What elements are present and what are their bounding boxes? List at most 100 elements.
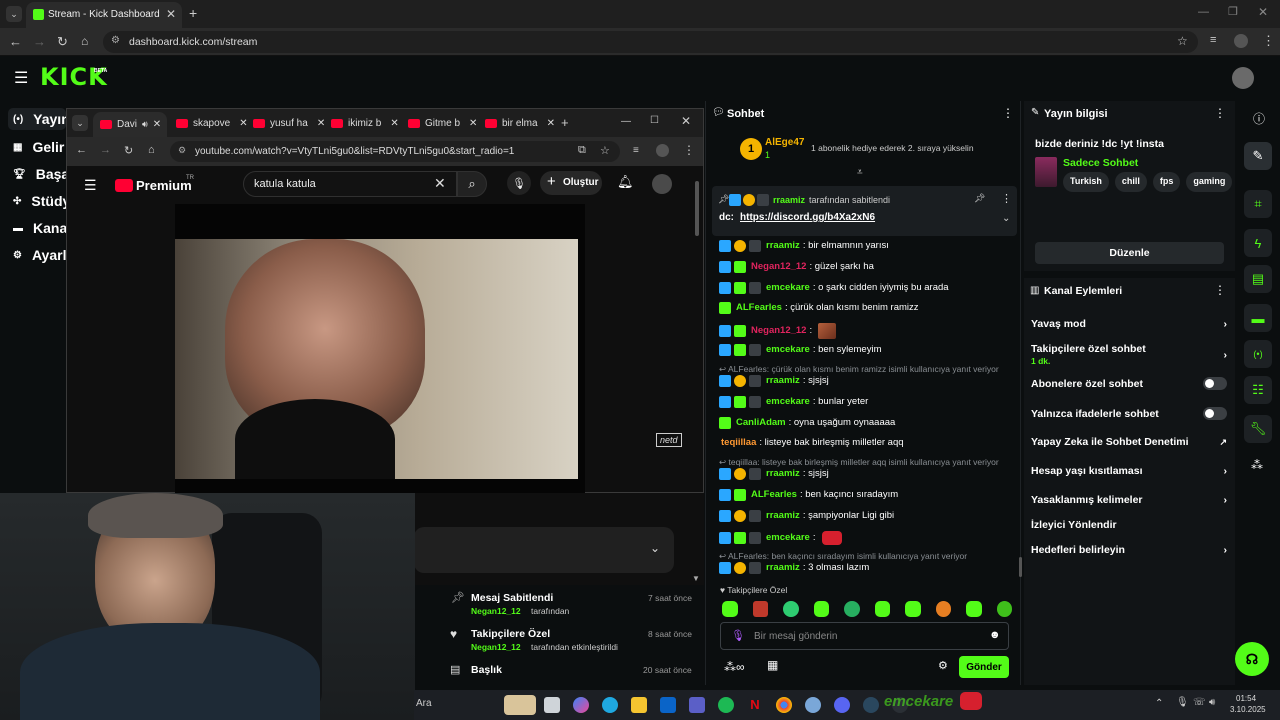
- chat-menu-icon[interactable]: ⋮: [1002, 106, 1014, 120]
- browser-menu-icon[interactable]: ⋮: [683, 143, 695, 157]
- chat-username[interactable]: teqiillaa: [721, 437, 756, 449]
- points-icon[interactable]: ⁂∞: [724, 660, 745, 674]
- followers-chat-row[interactable]: Takipçilere özel sohbet 1 dk. ›: [1031, 343, 1227, 367]
- emote-icon[interactable]: [935, 601, 951, 617]
- broadcast-rail-button[interactable]: (•): [1244, 340, 1272, 368]
- inner-tab[interactable]: Gitme b ✕: [408, 118, 477, 129]
- pinned-menu-icon[interactable]: ⋮: [1001, 192, 1012, 205]
- chat-message[interactable]: emcekare:: [719, 530, 1017, 545]
- discord-icon[interactable]: [834, 697, 850, 713]
- forward-icon[interactable]: →: [100, 144, 111, 156]
- maximize-icon[interactable]: ☐: [650, 115, 659, 126]
- chevron-down-icon[interactable]: ⌄: [650, 541, 660, 555]
- emote-icon[interactable]: [966, 601, 982, 617]
- nav-item-income[interactable]: ▦ Gelir: [13, 139, 64, 155]
- media-control-icon[interactable]: ≡: [633, 145, 639, 156]
- chat-message[interactable]: rraamiz: sjsjsj: [719, 468, 1017, 481]
- close-tab-icon[interactable]: ✕: [166, 7, 176, 21]
- collapse-toggle-icon[interactable]: ⩡: [857, 167, 863, 178]
- chevron-down-icon[interactable]: ⌄: [1002, 213, 1010, 224]
- pinned-by-user[interactable]: rraamiz: [773, 195, 805, 205]
- chat-username[interactable]: Negan12_12: [751, 325, 806, 337]
- chat-username[interactable]: rraamiz: [766, 240, 800, 252]
- netflix-icon[interactable]: N: [747, 697, 763, 713]
- pinned-link[interactable]: https://discord.gg/b4Xa2xN6: [740, 212, 875, 223]
- chat-username[interactable]: emcekare: [766, 532, 810, 544]
- microphone-icon[interactable]: 🎙︎: [507, 171, 531, 195]
- forward-icon[interactable]: →: [33, 34, 46, 49]
- minimize-icon[interactable]: —: [621, 116, 631, 127]
- support-button[interactable]: ☊: [1235, 642, 1269, 676]
- edge-icon[interactable]: [602, 697, 618, 713]
- chat-username[interactable]: rraamiz: [766, 375, 800, 387]
- chat-input[interactable]: 🎙︎ Bir mesaj gönderin ☻: [720, 622, 1009, 650]
- tray-mic-icon[interactable]: 🎙︎: [1176, 697, 1189, 708]
- youtube-search-input[interactable]: katula katula ✕: [243, 171, 457, 197]
- emote-icon[interactable]: [844, 601, 860, 617]
- clock-time[interactable]: 01:54: [1236, 694, 1256, 703]
- spotify-icon[interactable]: [718, 697, 734, 713]
- chat-message[interactable]: emcekare: bunlar yeter: [719, 395, 1017, 408]
- chat-username[interactable]: rraamiz: [766, 562, 800, 574]
- inner-url-field[interactable]: ⚙ youtube.com/watch?v=VtyTLni5gu0&list=R…: [170, 141, 620, 162]
- clock-date[interactable]: 3.10.2025: [1230, 705, 1266, 714]
- tools-rail-button[interactable]: 🔧︎: [1244, 415, 1272, 443]
- chat-message[interactable]: rraamiz: sjsjsj: [719, 375, 1017, 387]
- chat-username[interactable]: rraamiz: [766, 510, 800, 522]
- notifications-bell-icon[interactable]: 🔔︎: [617, 174, 634, 190]
- goals-row[interactable]: Hedefleri belirleyin ›: [1031, 544, 1227, 556]
- close-tab-icon[interactable]: ✕: [547, 118, 555, 129]
- outlook-icon[interactable]: [660, 697, 676, 713]
- youtube-logo-icon[interactable]: [115, 179, 133, 192]
- new-tab-icon[interactable]: +: [189, 5, 197, 21]
- close-window-icon[interactable]: ✕: [681, 114, 691, 128]
- chat-username[interactable]: emcekare: [766, 396, 810, 408]
- search-icon[interactable]: ⌕: [457, 171, 487, 197]
- close-tab-icon[interactable]: ✕: [390, 118, 398, 129]
- chrome-icon[interactable]: [776, 697, 792, 713]
- profile-avatar[interactable]: [1234, 34, 1248, 48]
- close-tab-icon[interactable]: ✕: [469, 118, 477, 129]
- tab-kick-dashboard[interactable]: Stream - Kick Dashboard ✕: [26, 2, 182, 28]
- emote-icon[interactable]: [874, 601, 890, 617]
- store-icon[interactable]: ▦: [767, 658, 778, 672]
- back-icon[interactable]: ←: [9, 34, 22, 49]
- chat-scrollbar-thumb[interactable]: [1019, 557, 1022, 577]
- emote-icon[interactable]: [813, 601, 829, 617]
- edit-rail-button[interactable]: ✎: [1244, 142, 1272, 170]
- tray-volume-icon[interactable]: 🔊︎: [1209, 697, 1215, 708]
- chat-username[interactable]: ALFearles: [751, 489, 797, 501]
- clear-search-icon[interactable]: ✕: [434, 175, 446, 192]
- chat-username[interactable]: CanliAdam: [736, 417, 786, 429]
- emote-icon[interactable]: [752, 601, 768, 617]
- chat-username[interactable]: Negan12_12: [751, 261, 806, 273]
- microphone-icon[interactable]: 🎙︎: [731, 629, 745, 642]
- settings-app-icon[interactable]: [805, 697, 821, 713]
- chat-message[interactable]: rraamiz: bir elmamnın yarısı: [719, 240, 1017, 252]
- user-avatar[interactable]: [1232, 67, 1254, 89]
- scrollbar-thumb[interactable]: [695, 181, 699, 236]
- category-thumbnail[interactable]: [1035, 157, 1057, 187]
- chat-username[interactable]: emcekare: [766, 282, 810, 294]
- create-button[interactable]: + Oluştur: [540, 171, 602, 195]
- chat-username[interactable]: emcekare: [766, 344, 810, 356]
- url-field[interactable]: ⚙ dashboard.kick.com/stream ☆: [103, 31, 1198, 53]
- redirect-row[interactable]: İzleyici Yönlendir: [1031, 519, 1227, 531]
- inner-tab-active[interactable]: Davi 🔊︎ ✕: [93, 112, 167, 137]
- media-control-icon[interactable]: ≡: [1210, 34, 1216, 46]
- bookmark-star-icon[interactable]: ☆: [600, 144, 610, 157]
- task-view-icon[interactable]: [544, 697, 560, 713]
- home-icon[interactable]: ⌂: [81, 34, 88, 48]
- banned-words-row[interactable]: Yasaklanmış kelimeler ›: [1031, 494, 1227, 506]
- info-icon[interactable]: ⓘ: [1253, 110, 1265, 127]
- steam-icon[interactable]: [863, 697, 879, 713]
- inner-tab[interactable]: ikimiz b ✕: [331, 118, 399, 129]
- cast-icon[interactable]: ⧉: [578, 144, 586, 157]
- chat-message[interactable]: emcekare: o şarkı cidden iyiymiş bu arad…: [719, 281, 1017, 294]
- file-explorer-icon[interactable]: [631, 697, 647, 713]
- chat-message[interactable]: Negan12_12: güzel şarkı ha: [719, 260, 1017, 273]
- chat-rail-button[interactable]: ▬: [1244, 304, 1272, 332]
- youtube-avatar[interactable]: [652, 174, 672, 194]
- chat-message[interactable]: rraamiz: şampiyonlar Ligi gibi: [719, 509, 1017, 522]
- account-age-row[interactable]: Hesap yaşı kısıtlaması ›: [1031, 465, 1227, 477]
